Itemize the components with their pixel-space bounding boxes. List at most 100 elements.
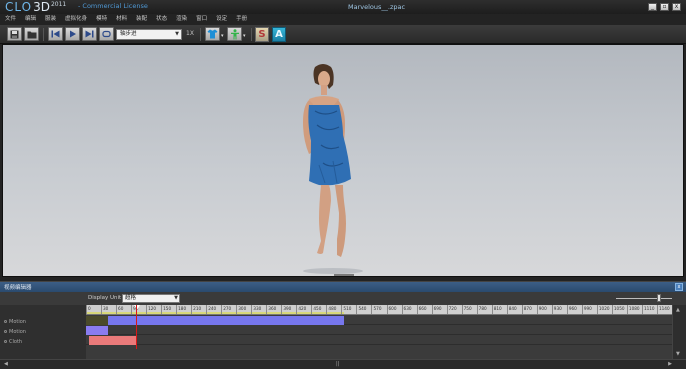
menu-manual[interactable]: 手册 [236, 14, 247, 25]
playhead-line[interactable] [136, 305, 137, 349]
loop-button[interactable] [99, 27, 114, 41]
ruler-tick-label: 120 [148, 306, 157, 311]
menu-avatar[interactable]: 虚拟化身 [65, 14, 87, 25]
ruler-tick-mark [281, 305, 283, 314]
ruler-tick-mark [206, 305, 208, 314]
save-button[interactable] [7, 27, 22, 41]
ruler-tick-label: 450 [313, 306, 322, 311]
ruler-tick-label: 990 [583, 306, 592, 311]
menu-assembly[interactable]: 装配 [136, 14, 147, 25]
loop-icon [102, 30, 111, 38]
zoom-slider-track[interactable] [616, 298, 672, 299]
avatar-icon [230, 28, 239, 39]
garment-display-button[interactable] [205, 27, 220, 41]
zoom-slider-handle[interactable] [657, 294, 661, 302]
ruler-tick-label: 540 [358, 306, 367, 311]
scroll-down-icon[interactable]: ▼ [676, 351, 680, 357]
speed-select-value: 轴步进 [120, 31, 137, 37]
scroll-right-icon[interactable]: ▶ [668, 361, 672, 367]
ruler-tick-label: 210 [193, 306, 202, 311]
skip-start-icon [51, 30, 60, 38]
chevron-down-icon[interactable]: ▾ [221, 33, 224, 39]
menu-status[interactable]: 状态 [156, 14, 167, 25]
track-toggle-icon[interactable] [4, 320, 7, 323]
title-bar: CLO 3D 2011 - Commercial License Marvelo… [0, 0, 686, 14]
ruler-tick-mark [236, 305, 238, 314]
track-label: Motion [9, 329, 26, 335]
motion-clip[interactable] [86, 326, 108, 335]
open-button[interactable] [24, 27, 39, 41]
speed-select[interactable]: 轴步进 ▼ [116, 29, 182, 40]
track-toggle-icon[interactable] [4, 340, 7, 343]
close-button[interactable]: x [672, 3, 681, 11]
display-unit-value: 超格 [125, 295, 137, 301]
ruler-tick-label: 960 [568, 306, 577, 311]
scroll-up-icon[interactable]: ▲ [676, 307, 680, 313]
menu-file[interactable]: 文件 [5, 14, 16, 25]
timeline-tracks[interactable] [86, 305, 672, 359]
window-title: Marvelous__.zpac [348, 3, 406, 11]
ruler-tick-label: 750 [463, 306, 472, 311]
fast-forward-button[interactable] [82, 27, 97, 41]
display-unit-label: Display Unit [88, 295, 122, 301]
ruler-tick-mark [341, 305, 343, 314]
chevron-down-icon[interactable]: ▾ [243, 33, 246, 39]
restore-button[interactable]: ▫ [660, 3, 669, 11]
ruler-tick-label: 810 [493, 306, 502, 311]
skip-end-icon [85, 30, 94, 38]
ruler-tick-mark [476, 305, 478, 314]
ruler-tick-mark [461, 305, 463, 314]
ruler-tick-label: 1140 [658, 306, 670, 311]
ruler-tick-mark [371, 305, 373, 314]
timeline-ruler[interactable]: 0306090120150180210240270300330360390420… [86, 305, 672, 315]
folder-icon [27, 31, 36, 38]
menu-material[interactable]: 材料 [116, 14, 127, 25]
ruler-tick-label: 510 [343, 306, 352, 311]
display-unit-select[interactable]: 超格 ▼ [122, 294, 180, 303]
ruler-tick-label: 1080 [628, 306, 640, 311]
vertical-scrollbar[interactable]: ▲ ▼ [672, 305, 686, 359]
menu-garment[interactable]: 服装 [45, 14, 56, 25]
track-toggle-icon[interactable] [4, 330, 7, 333]
simulation-button[interactable]: S [255, 27, 269, 42]
menu-settings[interactable]: 设定 [216, 14, 227, 25]
ruler-tick-label: 690 [433, 306, 442, 311]
menu-render[interactable]: 渲染 [176, 14, 187, 25]
speed-multiplier[interactable]: 1X [186, 30, 194, 37]
logo-3d: 3D [33, 0, 50, 14]
toolbar-separator [251, 28, 252, 41]
resize-handle[interactable] [334, 274, 354, 276]
save-icon [10, 30, 19, 38]
ruler-tick-label: 150 [163, 306, 172, 311]
ruler-tick-label: 630 [403, 306, 412, 311]
3d-viewport[interactable] [2, 44, 684, 277]
menu-window[interactable]: 窗口 [196, 14, 207, 25]
ruler-tick-mark [311, 305, 313, 314]
avatar-display-button[interactable] [227, 27, 242, 41]
playhead-marker-icon[interactable] [134, 305, 140, 310]
animation-editor-panel: 视频编辑器 x Display Unit 超格 ▼ Motion Motion … [0, 281, 686, 369]
track-motion[interactable]: Motion [4, 329, 26, 335]
motion-clip-dark[interactable] [86, 316, 108, 325]
motion-clip[interactable] [108, 316, 344, 325]
animation-button[interactable]: A [272, 27, 286, 42]
ruler-tick-mark [176, 305, 178, 314]
minimize-button[interactable]: _ [648, 3, 657, 11]
panel-close-button[interactable]: x [675, 283, 683, 291]
menu-model[interactable]: 模特 [96, 14, 107, 25]
ruler-tick-mark [386, 305, 388, 314]
scroll-thumb[interactable]: || [336, 361, 339, 367]
panel-title: 视频编辑器 [4, 285, 32, 291]
track-cloth[interactable]: Cloth [4, 339, 22, 345]
ruler-tick-mark [611, 305, 613, 314]
menu-edit[interactable]: 编辑 [25, 14, 36, 25]
ruler-tick-label: 300 [238, 306, 247, 311]
cloth-clip[interactable] [89, 336, 137, 345]
track-motion[interactable]: Motion [4, 319, 26, 325]
ruler-tick-mark [296, 305, 298, 314]
play-button[interactable] [65, 27, 80, 41]
ruler-tick-mark [641, 305, 643, 314]
ruler-tick-label: 390 [283, 306, 292, 311]
scroll-left-icon[interactable]: ◀ [4, 361, 8, 367]
rewind-button[interactable] [48, 27, 63, 41]
